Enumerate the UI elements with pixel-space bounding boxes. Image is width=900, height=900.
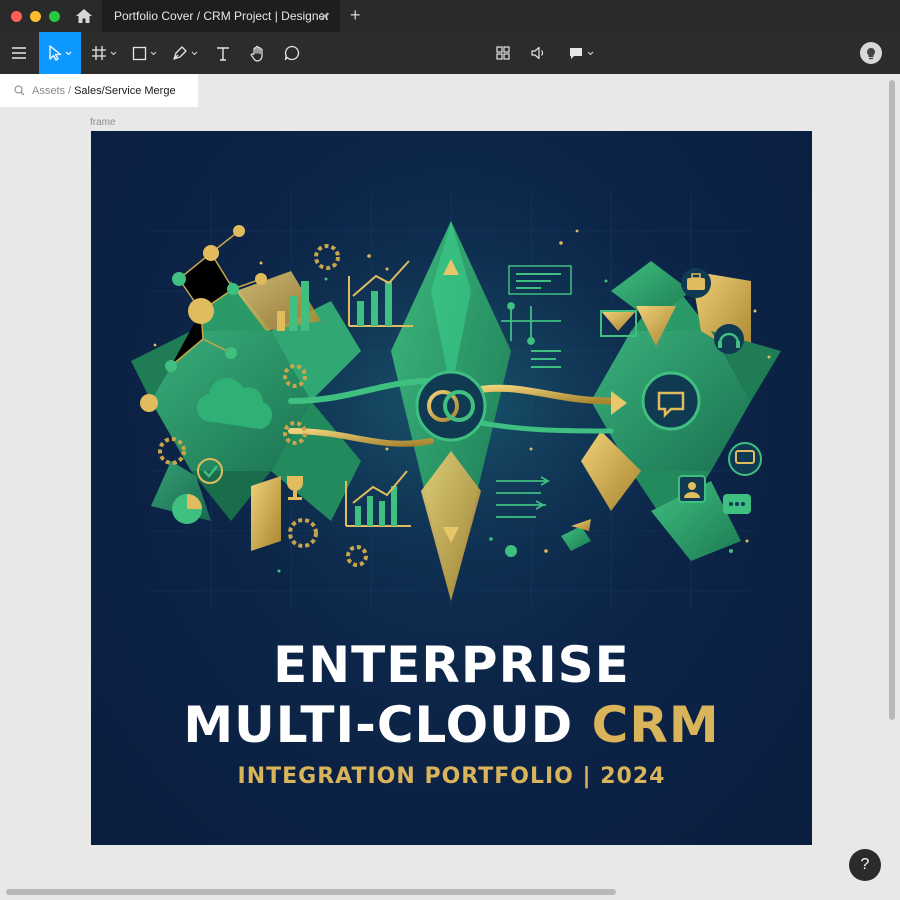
briefcase-icon [681,268,711,298]
tab-close-icon[interactable]: ✕ [319,9,330,25]
vertical-scrollbar[interactable] [889,80,895,720]
title-bar: Portfolio Cover / CRM Project | Designer… [0,0,900,32]
file-tab[interactable]: Portfolio Cover / CRM Project | Designer… [102,0,340,32]
present-button[interactable] [560,32,602,74]
comment-tool-icon [284,45,300,61]
chevron-down-icon [191,51,198,55]
frame-tool-button[interactable] [86,32,122,74]
portfolio-subtitle: INTEGRATION PORTFOLIO | 2024 [237,764,666,789]
user-avatar[interactable] [860,42,882,64]
breadcrumb-assets[interactable]: Assets [32,85,65,97]
menu-icon [12,47,26,59]
components-icon [496,46,510,60]
hand-tool-button[interactable] [242,32,274,74]
help-button[interactable]: ? [849,849,881,881]
chevron-down-icon [65,51,72,55]
headline-line-2-gold: CRM [591,696,720,754]
support-chat-icon [641,371,701,431]
window-controls [11,10,60,22]
file-tab-title: Portfolio Cover / CRM Project | Designer [114,9,330,23]
move-tool-icon [49,45,62,61]
headline-line-2: MULTI-CLOUD CRM [91,696,812,754]
horizontal-scrollbar[interactable] [6,889,616,895]
artboard-frame[interactable]: ENTERPRISE MULTI-CLOUD CRM INTEGRATION P… [91,131,812,845]
chevron-down-icon [150,51,156,55]
audio-button[interactable] [525,32,551,74]
shape-tool-icon [132,46,146,60]
sync-icon [415,370,487,442]
breadcrumb-separator: / [68,84,72,97]
lightbulb-icon [867,47,875,59]
comment-tool-button[interactable] [276,32,308,74]
move-tool-button[interactable] [39,32,81,74]
search-icon[interactable] [14,85,25,96]
breadcrumb-current[interactable]: Sales/Service Merge [74,85,176,97]
headset-icon [714,324,744,354]
headline-line-2-white: MULTI-CLOUD [183,696,592,754]
hand-tool-icon [250,45,263,62]
close-window-button[interactable] [11,10,22,22]
user-contact-icon [678,475,706,503]
breadcrumb: Assets / Sales/Service Merge [0,74,198,107]
pie-chart-icon [172,494,202,524]
text-tool-button[interactable] [208,32,238,74]
pen-tool-button[interactable] [166,32,204,74]
chat-bubbles-icon [728,442,762,476]
audio-icon [531,46,544,60]
new-tab-button[interactable]: + [350,5,361,26]
minimize-window-button[interactable] [30,10,41,22]
main-menu-button[interactable] [0,32,38,74]
home-icon[interactable] [74,7,94,25]
chevron-down-icon [587,51,594,55]
pen-tool-icon [173,46,187,60]
message-icon [723,494,751,514]
toolbar [0,32,900,74]
zoom-window-button[interactable] [49,10,60,22]
headline-line-1: ENTERPRISE [273,636,630,694]
chevron-down-icon [110,51,117,55]
frame-label[interactable]: frame [90,117,116,128]
components-button[interactable] [490,32,516,74]
frame-tool-icon [92,46,106,60]
text-tool-icon [217,46,229,61]
shape-tool-button[interactable] [126,32,162,74]
present-icon [570,48,582,59]
